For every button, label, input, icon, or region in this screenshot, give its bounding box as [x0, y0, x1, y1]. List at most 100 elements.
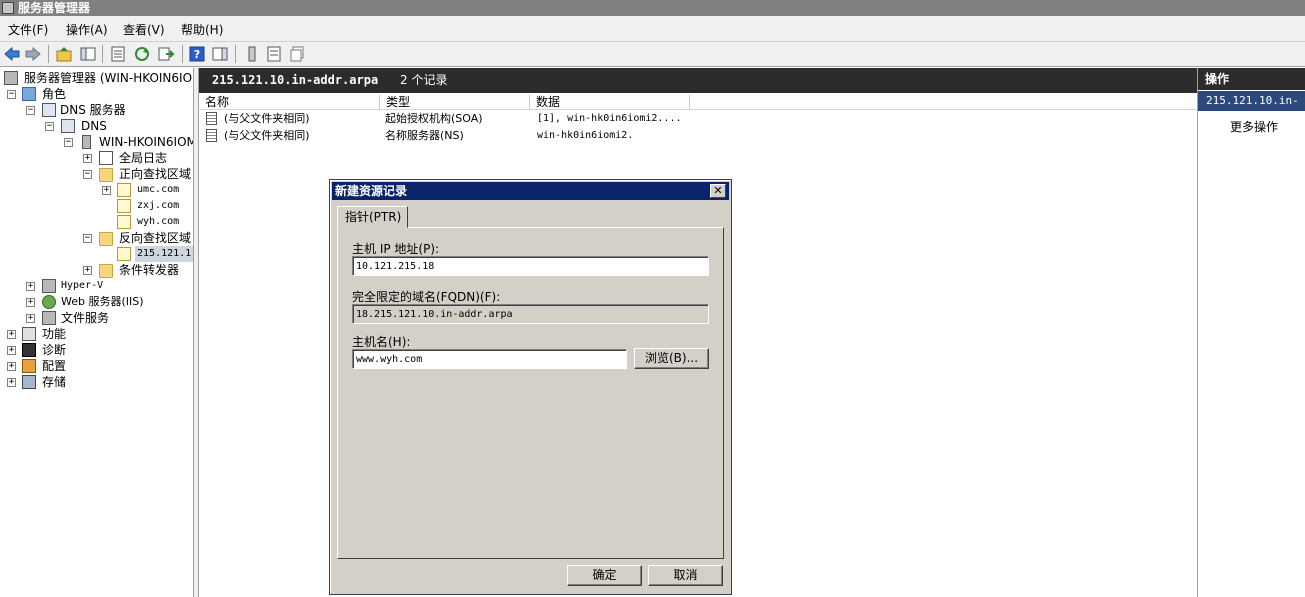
window-title-bar: 服务器管理器	[0, 0, 1305, 16]
record-icon	[206, 112, 217, 125]
column-name[interactable]: 名称	[199, 95, 380, 110]
dialog-title: 新建资源记录	[335, 184, 408, 198]
server-icon[interactable]	[243, 45, 261, 63]
configuration-icon	[22, 359, 36, 373]
folder-icon	[99, 168, 113, 182]
server-manager-app-icon	[2, 2, 14, 14]
menu-action[interactable]: 操作(A)	[66, 21, 108, 38]
expand-icon[interactable]: +	[26, 282, 35, 291]
toolbar-separator	[235, 45, 236, 63]
hostname-input[interactable]	[352, 349, 627, 369]
refresh-icon[interactable]	[133, 45, 151, 63]
toolbar-separator	[182, 45, 183, 63]
tree-label: 配置	[42, 359, 67, 373]
cell-name: (与父文件夹相同)	[224, 129, 310, 142]
table-row[interactable]: (与父文件夹相同) 名称服务器(NS) win-hk0in6iomi2.	[199, 127, 1198, 144]
dns-icon	[61, 119, 75, 133]
expand-icon[interactable]: +	[7, 330, 16, 339]
dialog-title-bar: 新建资源记录 ✕	[332, 182, 729, 200]
browse-button[interactable]: 浏览(B)...	[634, 348, 709, 369]
server-icon	[82, 135, 91, 149]
svg-text:?: ?	[194, 48, 200, 61]
diagnostics-icon	[22, 343, 36, 357]
tree-label: 215.121.1	[135, 246, 193, 262]
folder-icon	[99, 232, 113, 246]
back-arrow-icon[interactable]	[3, 45, 21, 63]
list-view-icon[interactable]	[265, 45, 283, 63]
tree-label: 文件服务	[61, 311, 110, 325]
fqdn-label: 完全限定的域名(FQDN)(F):	[352, 290, 501, 304]
copy-icon[interactable]	[288, 45, 306, 63]
expand-icon[interactable]: +	[83, 266, 92, 275]
folder-icon	[99, 264, 113, 278]
console-tree: 服务器管理器 (WIN-HKOIN6IOMI − 角色 − DNS 服务器 − …	[0, 68, 194, 597]
expand-icon[interactable]: +	[26, 298, 35, 307]
table-row[interactable]: (与父文件夹相同) 起始授权机构(SOA) [1], win-hk0in6iom…	[199, 110, 1198, 127]
help-icon[interactable]: ?	[188, 45, 206, 63]
toolbar-separator	[48, 45, 49, 63]
dns-server-role-icon	[42, 103, 56, 117]
cell-type: 名称服务器(NS)	[385, 129, 464, 142]
ip-address-label: 主机 IP 地址(P):	[352, 242, 440, 256]
expand-icon[interactable]: +	[7, 378, 16, 387]
tree-label: 功能	[42, 327, 67, 341]
tree-label: umc.com	[137, 184, 180, 195]
show-hide-console-tree-icon[interactable]	[79, 45, 97, 63]
toolbar-separator	[102, 45, 103, 63]
properties-icon[interactable]	[109, 45, 127, 63]
more-actions-link[interactable]: 更多操作	[1230, 118, 1278, 135]
zone-icon	[117, 215, 131, 229]
cancel-button[interactable]: 取消	[648, 565, 723, 586]
log-icon	[99, 151, 113, 165]
record-icon	[206, 129, 217, 142]
expand-icon[interactable]: +	[7, 362, 16, 371]
cell-data: win-hk0in6iomi2.	[537, 130, 634, 141]
tab-panel: 主机 IP 地址(P): 完全限定的域名(FQDN)(F): 主机名(H): 浏…	[337, 227, 724, 559]
zone-icon	[117, 199, 131, 213]
zone-icon	[117, 247, 131, 261]
up-folder-icon[interactable]	[55, 45, 73, 63]
features-icon	[22, 327, 36, 341]
show-hide-action-pane-icon[interactable]	[211, 45, 229, 63]
export-list-icon[interactable]	[157, 45, 175, 63]
column-type[interactable]: 类型	[380, 95, 530, 110]
tree-label: 反向查找区域	[119, 231, 192, 245]
fqdn-field	[352, 304, 709, 324]
tree-label: wyh.com	[137, 216, 180, 227]
collapse-icon[interactable]: −	[26, 106, 35, 115]
zone-icon	[117, 183, 131, 197]
toolbar: ?	[0, 42, 1305, 67]
zone-title: 215.121.10.in-addr.arpa	[212, 73, 379, 87]
hostname-label: 主机名(H):	[352, 335, 411, 349]
expand-icon[interactable]: +	[26, 314, 35, 323]
column-data[interactable]: 数据	[530, 95, 690, 110]
cell-data: [1], win-hk0in6iomi2....	[537, 113, 682, 124]
new-resource-record-dialog: 新建资源记录 ✕ 指针(PTR) 主机 IP 地址(P): 完全限定的域名(FQ…	[329, 179, 732, 595]
tree-label: 全局日志	[119, 151, 168, 165]
close-icon[interactable]: ✕	[710, 184, 726, 198]
collapse-icon[interactable]: −	[45, 122, 54, 131]
collapse-icon[interactable]: −	[7, 90, 16, 99]
hyperv-icon	[42, 279, 56, 293]
expand-icon[interactable]: +	[102, 186, 111, 195]
ok-button[interactable]: 确定	[567, 565, 642, 586]
tree-label: Hyper-V	[61, 280, 104, 291]
collapse-icon[interactable]: −	[64, 138, 73, 147]
actions-zone-item[interactable]: 215.121.10.in-	[1198, 91, 1305, 111]
collapse-icon[interactable]: −	[83, 234, 92, 243]
collapse-icon[interactable]: −	[83, 170, 92, 179]
actions-header: 操作	[1198, 68, 1305, 90]
menu-view[interactable]: 查看(V)	[123, 21, 165, 38]
expand-icon[interactable]: +	[7, 346, 16, 355]
menu-file[interactable]: 文件(F)	[8, 21, 48, 38]
expand-icon[interactable]: +	[83, 154, 92, 163]
ip-address-input[interactable]	[352, 256, 709, 276]
menu-help[interactable]: 帮助(H)	[181, 21, 223, 38]
tab-ptr[interactable]: 指针(PTR)	[337, 206, 408, 228]
window-title: 服务器管理器	[18, 1, 91, 15]
tree-label: 服务器管理器 (WIN-HKOIN6IOMI	[24, 71, 194, 85]
forward-arrow-icon[interactable]	[24, 45, 42, 63]
storage-icon	[22, 375, 36, 389]
actions-pane: 操作 215.121.10.in- 更多操作	[1197, 68, 1305, 597]
menu-bar: 文件(F) 操作(A) 查看(V) 帮助(H)	[0, 16, 1305, 42]
